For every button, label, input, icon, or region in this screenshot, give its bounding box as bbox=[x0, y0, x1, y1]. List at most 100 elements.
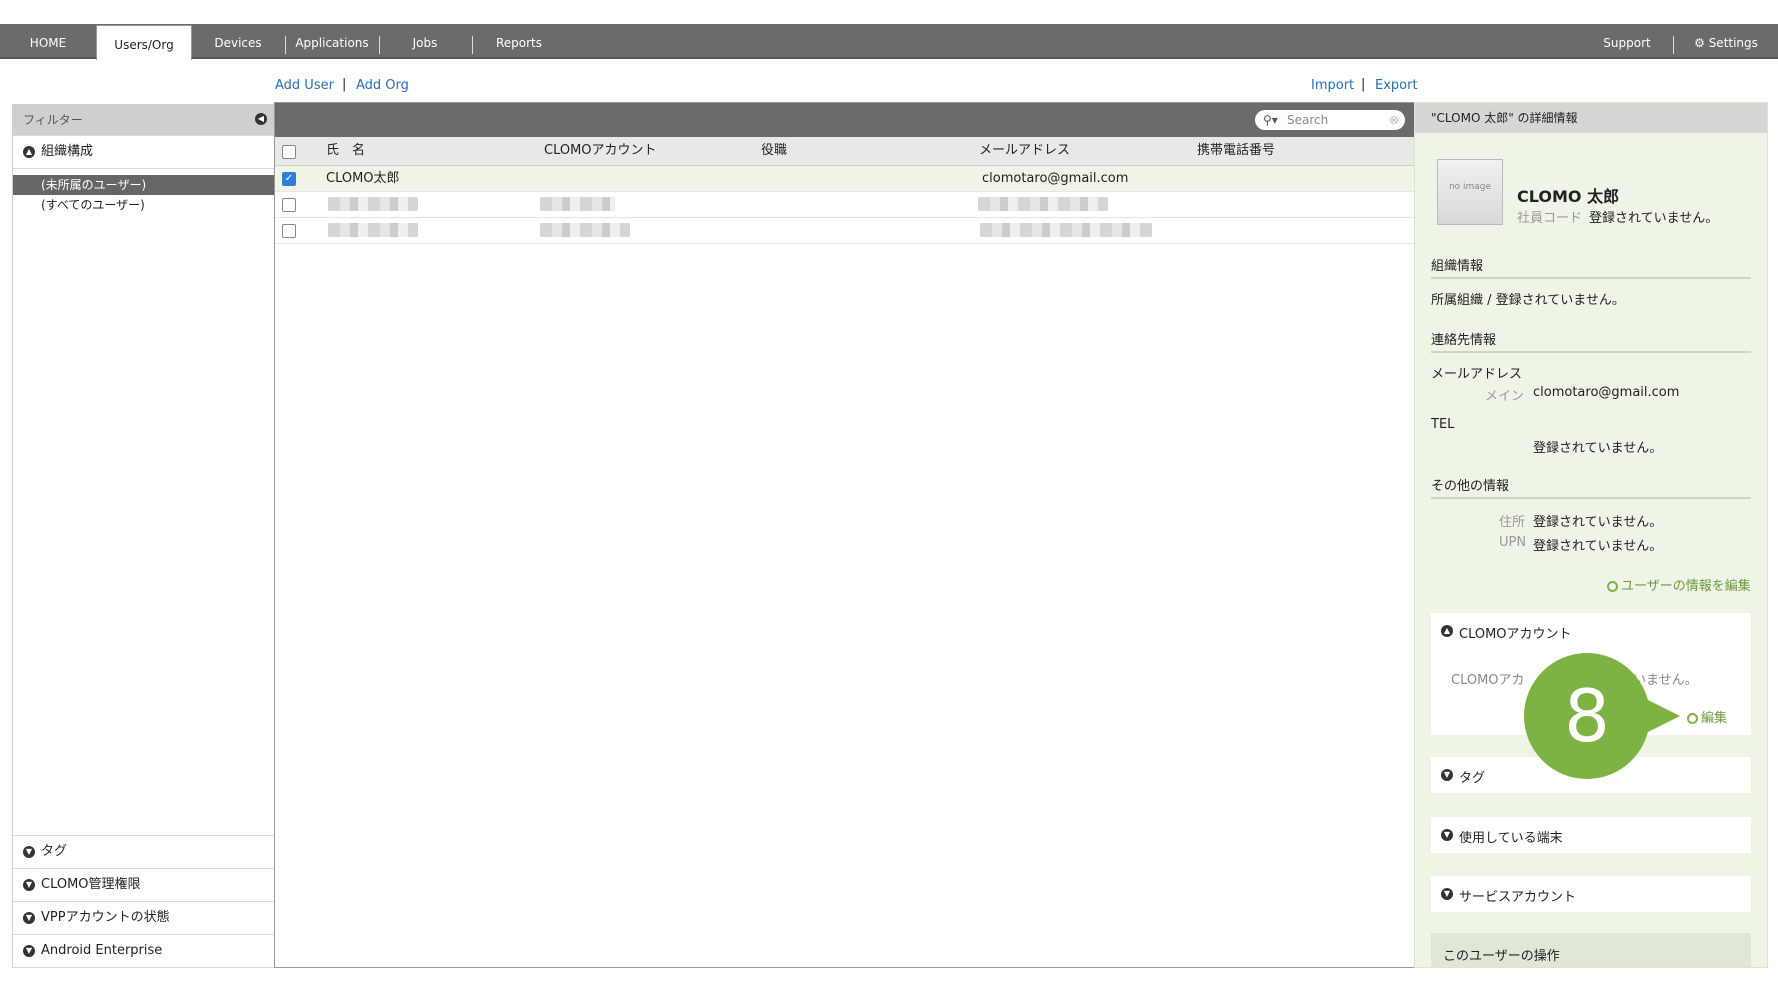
user-actions-card[interactable]: このユーザーの操作 bbox=[1431, 933, 1751, 967]
upn-value: 登録されていません。 bbox=[1533, 539, 1663, 554]
employee-code-label: 社員コード bbox=[1517, 211, 1583, 226]
section-label: Android Enterprise bbox=[41, 943, 163, 958]
redacted-email bbox=[980, 223, 1152, 237]
import-link[interactable]: Import bbox=[1311, 78, 1354, 93]
column-mobile[interactable]: 携帯電話番号 bbox=[1197, 137, 1275, 165]
email-main-label: メイン bbox=[1485, 389, 1525, 404]
redacted-account bbox=[540, 197, 615, 211]
tab-divider bbox=[472, 36, 473, 54]
table-header: 氏 名 CLOMOアカウント 役職 メールアドレス 携帯電話番号 bbox=[275, 137, 1415, 166]
card-title: 使用している端末 bbox=[1459, 831, 1563, 846]
tab-divider bbox=[1673, 36, 1674, 54]
row-email: clomotaro@gmail.com bbox=[982, 171, 1129, 186]
collapse-panel-icon[interactable]: ◀ bbox=[255, 113, 267, 125]
search-input[interactable]: ⚲▾ Search ⊗ bbox=[1255, 110, 1405, 130]
clear-search-icon[interactable]: ⊗ bbox=[1389, 110, 1399, 130]
gear-icon: ⚙ bbox=[1694, 36, 1705, 50]
export-link[interactable]: Export bbox=[1375, 78, 1418, 93]
card-title: このユーザーの操作 bbox=[1443, 949, 1560, 964]
clomo-account-text: CLOMOアカ bbox=[1451, 673, 1525, 688]
edit-user-link[interactable]: ユーザーの情報を編集 bbox=[1607, 575, 1751, 594]
filter-header: フィルター ◀ bbox=[13, 105, 275, 135]
table-row[interactable]: ✓ CLOMO太郎 clomotaro@gmail.com bbox=[275, 166, 1415, 192]
table-row[interactable] bbox=[275, 218, 1415, 244]
divider bbox=[1431, 351, 1751, 353]
tab-users-org[interactable]: Users/Org bbox=[96, 25, 192, 60]
card-title: サービスアカウント bbox=[1459, 890, 1577, 905]
other-heading: その他の情報 bbox=[1431, 479, 1510, 494]
tree-item-unassigned-users[interactable]: (未所属のユーザー) bbox=[13, 175, 275, 195]
tel-label: TEL bbox=[1431, 417, 1455, 432]
search-placeholder: Search bbox=[1287, 113, 1329, 127]
add-org-link[interactable]: Add Org bbox=[356, 78, 409, 93]
section-label: CLOMO管理権限 bbox=[41, 877, 141, 892]
section-clomo-permission[interactable]: ▼ CLOMO管理権限 bbox=[13, 868, 275, 902]
tab-applications[interactable]: Applications bbox=[292, 24, 372, 57]
user-table-panel: ⚲▾ Search ⊗ 氏 名 CLOMOアカウント 役職 メールアドレス 携帯… bbox=[274, 102, 1416, 968]
redacted-name bbox=[328, 223, 418, 237]
tab-divider bbox=[379, 36, 380, 54]
tab-reports[interactable]: Reports bbox=[484, 24, 554, 57]
chevron-down-icon: ▼ bbox=[23, 945, 35, 957]
chevron-down-icon: ▼ bbox=[23, 846, 35, 858]
tab-jobs[interactable]: Jobs bbox=[390, 24, 460, 57]
avatar-placeholder-text: no image bbox=[1448, 182, 1492, 192]
user-detail-panel: "CLOMO 太郎" の詳細情報 no image CLOMO 太郎 社員コード… bbox=[1414, 102, 1768, 968]
card-title: CLOMOアカウント bbox=[1459, 627, 1572, 642]
bullet-icon bbox=[1687, 713, 1698, 724]
table-row[interactable] bbox=[275, 192, 1415, 218]
chevron-down-icon: ▼ bbox=[23, 912, 35, 924]
upn-label: UPN bbox=[1499, 535, 1527, 550]
tel-value: 登録されていません。 bbox=[1533, 441, 1663, 456]
support-link[interactable]: Support bbox=[1590, 24, 1664, 57]
column-title[interactable]: 役職 bbox=[761, 137, 787, 165]
section-org-structure[interactable]: ▲ 組織構成 bbox=[13, 135, 275, 169]
devices-card[interactable]: ▼ 使用している端末 bbox=[1431, 817, 1751, 853]
chevron-down-icon: ▼ bbox=[1441, 769, 1453, 781]
row-checkbox[interactable]: ✓ bbox=[282, 172, 296, 186]
settings-link[interactable]: ⚙ Settings bbox=[1686, 24, 1766, 57]
redacted-account bbox=[540, 223, 630, 237]
org-heading: 組織情報 bbox=[1431, 259, 1484, 274]
user-name: CLOMO 太郎 bbox=[1517, 187, 1620, 206]
tab-divider bbox=[285, 36, 286, 54]
detail-title: "CLOMO 太郎" の詳細情報 bbox=[1431, 111, 1578, 125]
contact-heading: 連絡先情報 bbox=[1431, 333, 1497, 348]
column-name[interactable]: 氏 名 bbox=[326, 137, 365, 165]
chevron-up-icon: ▲ bbox=[23, 146, 35, 158]
tree-item-all-users[interactable]: (すべてのユーザー) bbox=[13, 195, 275, 215]
service-account-card[interactable]: ▼ サービスアカウント bbox=[1431, 876, 1751, 912]
add-user-link[interactable]: Add User bbox=[275, 78, 334, 93]
settings-label: Settings bbox=[1708, 36, 1758, 50]
top-nav: HOME Users/Org Devices Applications Jobs… bbox=[0, 24, 1778, 60]
row-checkbox[interactable] bbox=[282, 224, 296, 238]
edit-label: 編集 bbox=[1701, 711, 1728, 726]
redacted-email bbox=[978, 197, 1108, 211]
action-separator: | bbox=[1361, 77, 1366, 92]
section-tag[interactable]: ▼ タグ bbox=[13, 835, 275, 869]
email-label: メールアドレス bbox=[1431, 367, 1523, 382]
section-label: タグ bbox=[41, 844, 68, 859]
employee-code-value: 登録されていません。 bbox=[1589, 211, 1719, 226]
search-icon: ⚲▾ bbox=[1263, 113, 1278, 127]
edit-user-label: ユーザーの情報を編集 bbox=[1621, 579, 1751, 594]
section-android-enterprise[interactable]: ▼ Android Enterprise bbox=[13, 934, 275, 968]
action-separator: | bbox=[342, 77, 347, 92]
section-label: VPPアカウントの状態 bbox=[41, 910, 170, 925]
section-vpp-account[interactable]: ▼ VPPアカウントの状態 bbox=[13, 901, 275, 935]
chevron-up-icon[interactable]: ▲ bbox=[1441, 625, 1453, 637]
column-email[interactable]: メールアドレス bbox=[979, 137, 1070, 165]
row-checkbox[interactable] bbox=[282, 198, 296, 212]
tab-devices[interactable]: Devices bbox=[196, 24, 280, 57]
address-label: 住所 bbox=[1499, 515, 1526, 530]
clomo-account-text-tail: いません。 bbox=[1633, 673, 1698, 688]
select-all-checkbox[interactable] bbox=[282, 145, 296, 159]
section-label: 組織構成 bbox=[41, 144, 94, 159]
column-clomo-account[interactable]: CLOMOアカウント bbox=[544, 137, 657, 165]
edit-link[interactable]: 編集 bbox=[1687, 707, 1727, 726]
tab-home[interactable]: HOME bbox=[0, 24, 96, 57]
row-name: CLOMO太郎 bbox=[326, 171, 400, 186]
detail-header: "CLOMO 太郎" の詳細情報 bbox=[1415, 103, 1767, 133]
filter-panel: フィルター ◀ ▲ 組織構成 (未所属のユーザー) (すべてのユーザー) ▼ タ… bbox=[12, 104, 276, 968]
filter-title: フィルター bbox=[23, 113, 83, 127]
